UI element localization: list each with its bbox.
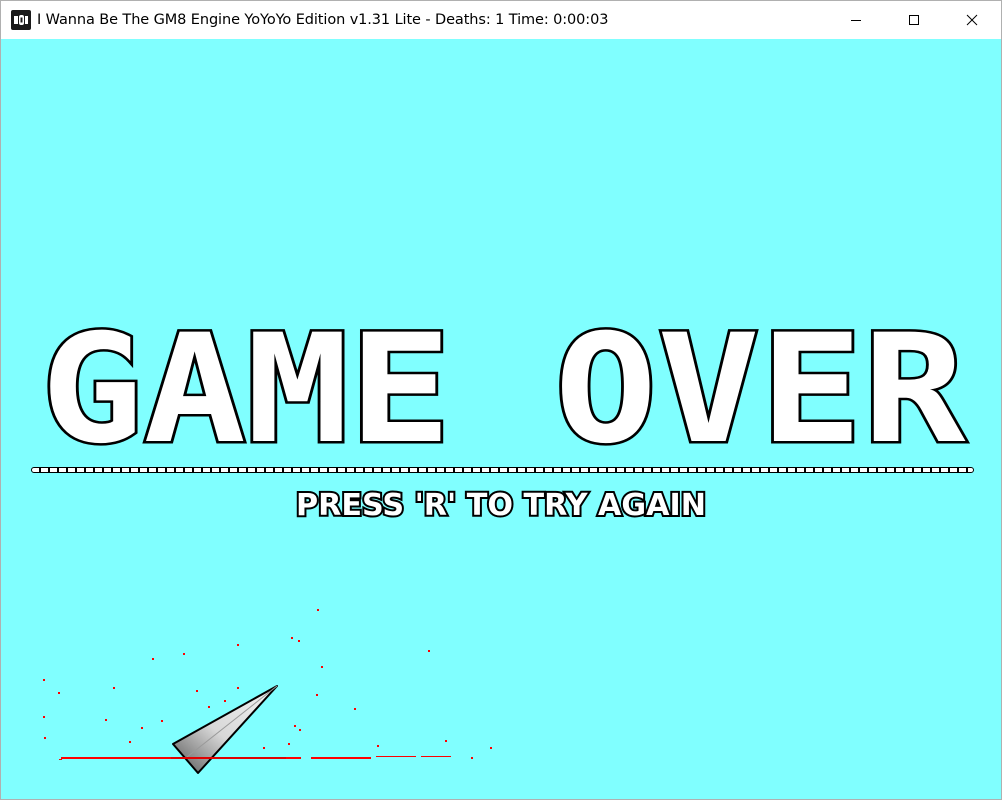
yoyo-icon	[11, 10, 31, 30]
blood-streak	[171, 757, 286, 759]
blood-splatter	[43, 609, 492, 760]
death-debris	[43, 609, 492, 774]
maximize-button[interactable]	[885, 1, 943, 39]
title-bar[interactable]: I Wanna Be The GM8 Engine YoYoYo Edition…	[1, 1, 1001, 39]
minimize-icon	[851, 20, 861, 21]
game-canvas[interactable]: GAME OVER PRESS 'R' TO TRY AGAIN	[1, 39, 1001, 799]
close-icon	[966, 14, 978, 26]
window-controls	[827, 1, 1001, 39]
spike-icon	[172, 685, 278, 774]
maximize-icon	[909, 15, 919, 25]
game-window: I Wanna Be The GM8 Engine YoYoYo Edition…	[0, 0, 1002, 800]
window-title: I Wanna Be The GM8 Engine YoYoYo Edition…	[37, 12, 609, 28]
minimize-button[interactable]	[827, 1, 885, 39]
close-button[interactable]	[943, 1, 1001, 39]
